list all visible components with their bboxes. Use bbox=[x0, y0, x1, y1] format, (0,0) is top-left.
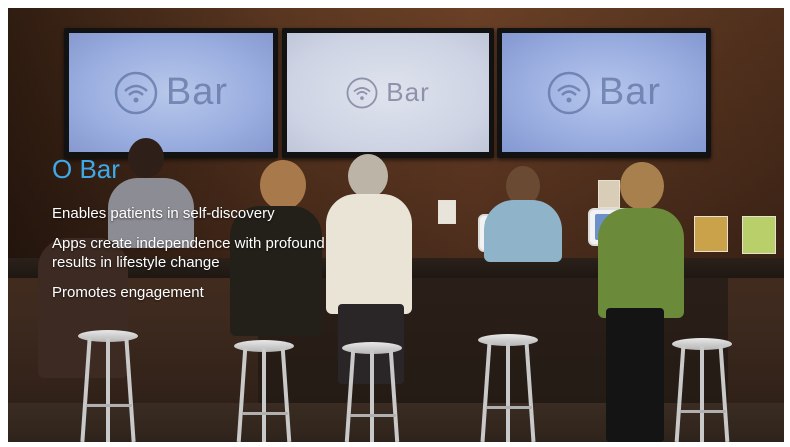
brochure bbox=[598, 180, 620, 208]
wifi-icon bbox=[114, 71, 158, 114]
brochure bbox=[694, 216, 728, 252]
bar-stool bbox=[342, 342, 402, 442]
wifi-icon bbox=[346, 77, 378, 108]
display-screen-right: Bar bbox=[497, 28, 711, 158]
bar-stool bbox=[234, 340, 294, 442]
bar-stool bbox=[78, 330, 138, 442]
screen-logo: Bar bbox=[346, 77, 429, 109]
screen-logo: Bar bbox=[547, 71, 661, 115]
screen-logo: Bar bbox=[114, 71, 228, 115]
bar-stool bbox=[672, 338, 732, 442]
screen-logo-text: Bar bbox=[598, 71, 662, 113]
wall-outlet bbox=[438, 200, 456, 224]
display-screen-left: Bar bbox=[64, 28, 278, 158]
brochure bbox=[742, 216, 776, 254]
photo-slide: Bar Bar Bar O Bar Enables patients in se… bbox=[8, 8, 784, 442]
screen-logo-text: Bar bbox=[386, 77, 430, 107]
bar-stool bbox=[478, 334, 538, 442]
display-screen-center: Bar bbox=[282, 28, 494, 158]
wifi-icon bbox=[547, 71, 591, 114]
screen-logo-text: Bar bbox=[165, 71, 229, 113]
